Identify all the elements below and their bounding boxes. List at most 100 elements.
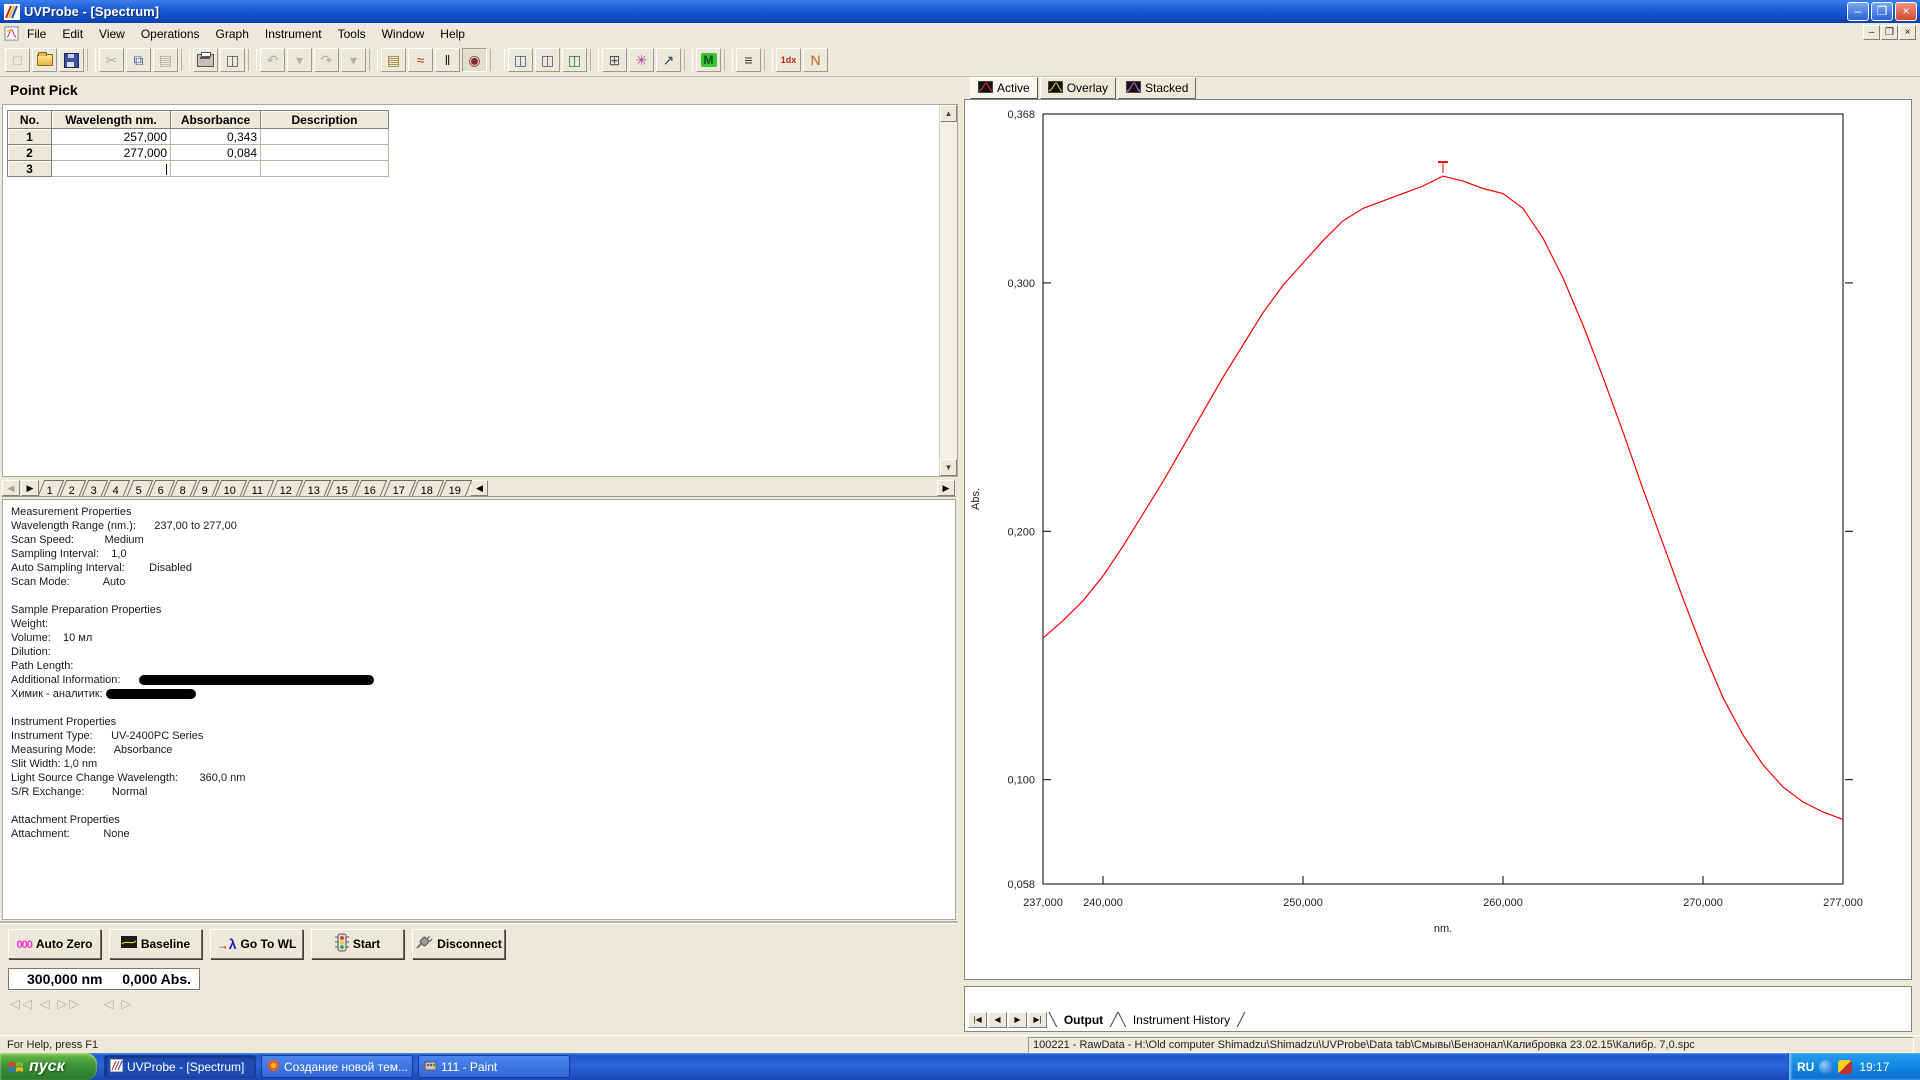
sheet-tab-label: 3 <box>91 484 97 499</box>
table-cell[interactable]: 277,000 <box>52 145 171 161</box>
menu-instrument[interactable]: Instrument <box>257 25 330 43</box>
new-button[interactable]: □ <box>5 48 30 72</box>
menu-graph[interactable]: Graph <box>208 25 257 43</box>
start-button[interactable]: пуск <box>0 1053 97 1080</box>
graph-tab-stacked[interactable]: Stacked <box>1118 77 1196 99</box>
mdi-restore-button[interactable]: ❐ <box>1881 25 1898 40</box>
method-button[interactable]: M <box>696 48 721 72</box>
sheet-tab-12[interactable]: 12 <box>270 480 303 496</box>
disconnect-button[interactable]: Disconnect <box>412 929 505 959</box>
menu-window[interactable]: Window <box>374 25 433 43</box>
table-cell[interactable]: 0,343 <box>171 129 261 145</box>
record-navigation-arrows[interactable]: ◁◁ ◁ ▷▷ ◁ ▷ <box>10 996 270 1012</box>
maximize-button[interactable]: ❐ <box>1871 2 1893 21</box>
graph-zoom-button[interactable]: ◫ <box>535 48 560 72</box>
print-preview-button[interactable]: ◫ <box>220 48 245 72</box>
copy-button[interactable]: ⧉ <box>126 48 151 72</box>
redo-menu-button[interactable]: ▾ <box>341 48 366 72</box>
output-tab-instrument-history[interactable]: Instrument History <box>1127 1013 1236 1027</box>
export-graph-button[interactable]: ↗ <box>656 48 681 72</box>
graph-area[interactable]: 0,3680,3000,2000,1000,058237,000240,0002… <box>964 99 1912 980</box>
row-header[interactable]: 3 <box>8 161 52 177</box>
sheet-tab-17[interactable]: 17 <box>383 480 416 496</box>
menu-file[interactable]: File <box>19 25 54 43</box>
status-tray-icon[interactable] <box>1838 1060 1852 1074</box>
sheet-tab-16[interactable]: 16 <box>355 480 388 496</box>
menu-view[interactable]: View <box>91 25 133 43</box>
tabs-more-left-button[interactable]: ◀ <box>470 480 488 496</box>
minimize-button[interactable]: – <box>1847 2 1869 21</box>
column-header[interactable]: Wavelength nm. <box>52 111 171 129</box>
report-button[interactable]: ≡ <box>736 48 761 72</box>
graph-tab-active[interactable]: Active <box>970 77 1038 99</box>
language-tray-icon[interactable] <box>1819 1060 1833 1074</box>
table-cell[interactable] <box>171 161 261 177</box>
menu-edit[interactable]: Edit <box>54 25 91 43</box>
baseline-button[interactable]: Baseline <box>109 929 202 959</box>
close-button[interactable]: × <box>1895 2 1917 21</box>
spectrum-colors-button[interactable]: ≈ <box>408 48 433 72</box>
overlay-n-button[interactable]: N <box>803 48 828 72</box>
svg-text:0,368: 0,368 <box>1007 109 1035 121</box>
mdi-minimize-button[interactable]: – <box>1863 25 1880 40</box>
menu-help[interactable]: Help <box>432 25 473 43</box>
graph-tab-overlay[interactable]: Overlay <box>1040 77 1116 99</box>
derivative-button[interactable]: 1dx <box>776 48 801 72</box>
table-row: 2277,0000,084 <box>8 145 389 161</box>
start-button[interactable]: Start <box>311 929 404 959</box>
column-header[interactable]: Absorbance <box>171 111 261 129</box>
properties-text: Scan Mode: Auto <box>11 576 125 588</box>
open-button[interactable] <box>32 48 57 72</box>
table-cell[interactable]: 0,084 <box>171 145 261 161</box>
properties-text <box>11 590 14 602</box>
sheet-tab-11[interactable]: 11 <box>243 480 275 496</box>
taskbar-task-1[interactable]: UVProbe - [Spectrum] <box>104 1055 256 1078</box>
sheet-vertical-scrollbar[interactable]: ▲ ▼ <box>939 105 957 476</box>
language-indicator[interactable]: RU <box>1797 1060 1814 1074</box>
log-sheet-button[interactable]: ▤ <box>381 48 406 72</box>
save-button[interactable] <box>59 48 84 72</box>
instrument-monitor-button[interactable]: ◉ <box>462 48 487 72</box>
tabs-scroll-right-button[interactable]: ▶ <box>21 480 39 496</box>
mdi-close-button[interactable]: × <box>1899 25 1916 40</box>
column-header[interactable]: No. <box>8 111 52 129</box>
table-cell[interactable] <box>261 129 389 145</box>
menu-operations[interactable]: Operations <box>133 25 208 43</box>
output-last-button[interactable]: ▶| <box>1028 1012 1047 1028</box>
table-cell[interactable] <box>52 161 171 177</box>
properties-text: Light Source Change Wavelength: 360,0 nm <box>11 772 245 784</box>
taskbar-task-2[interactable]: Создание новой тем... <box>261 1055 413 1078</box>
goto-wl-button[interactable]: →λGo To WL <box>210 929 303 959</box>
table-cell[interactable] <box>261 145 389 161</box>
undo-button[interactable]: ↶ <box>260 48 285 72</box>
paste-button[interactable]: ▤ <box>153 48 178 72</box>
row-header[interactable]: 2 <box>8 145 52 161</box>
redo-button[interactable]: ↷ <box>314 48 339 72</box>
svg-text:0,058: 0,058 <box>1007 879 1035 891</box>
table-cell[interactable] <box>261 161 389 177</box>
row-header[interactable]: 1 <box>8 129 52 145</box>
menu-tools[interactable]: Tools <box>330 25 374 43</box>
auto-zero-button[interactable]: 000Auto Zero <box>8 929 101 959</box>
undo-menu-button[interactable]: ▾ <box>287 48 312 72</box>
add-data-button[interactable]: ⊞ <box>602 48 627 72</box>
output-first-button[interactable]: |◀ <box>968 1012 987 1028</box>
output-prev-button[interactable]: ◀ <box>988 1012 1007 1028</box>
scroll-down-button[interactable]: ▼ <box>940 459 957 476</box>
taskbar-task-3[interactable]: 111 - Paint <box>418 1055 570 1078</box>
sheet-tab-19[interactable]: 19 <box>440 480 473 496</box>
pause-monitor-button[interactable]: ‖ <box>435 48 460 72</box>
graph-window-button[interactable]: ◫ <box>508 48 533 72</box>
sheet-tab-label: 15 <box>336 484 348 499</box>
print-button[interactable] <box>193 48 218 72</box>
table-cell[interactable]: 257,000 <box>52 129 171 145</box>
output-tab-output[interactable]: Output <box>1058 1013 1109 1027</box>
output-next-button[interactable]: ▶ <box>1008 1012 1027 1028</box>
scroll-up-button[interactable]: ▲ <box>940 105 957 122</box>
tabs-more-right-button[interactable]: ▶ <box>937 480 955 496</box>
graph-refresh-button[interactable]: ◫ <box>562 48 587 72</box>
cut-button[interactable]: ✂ <box>99 48 124 72</box>
customize-button[interactable]: ✳ <box>629 48 654 72</box>
column-header[interactable]: Description <box>261 111 389 129</box>
tabs-scroll-left-button[interactable]: ◀ <box>2 480 20 496</box>
